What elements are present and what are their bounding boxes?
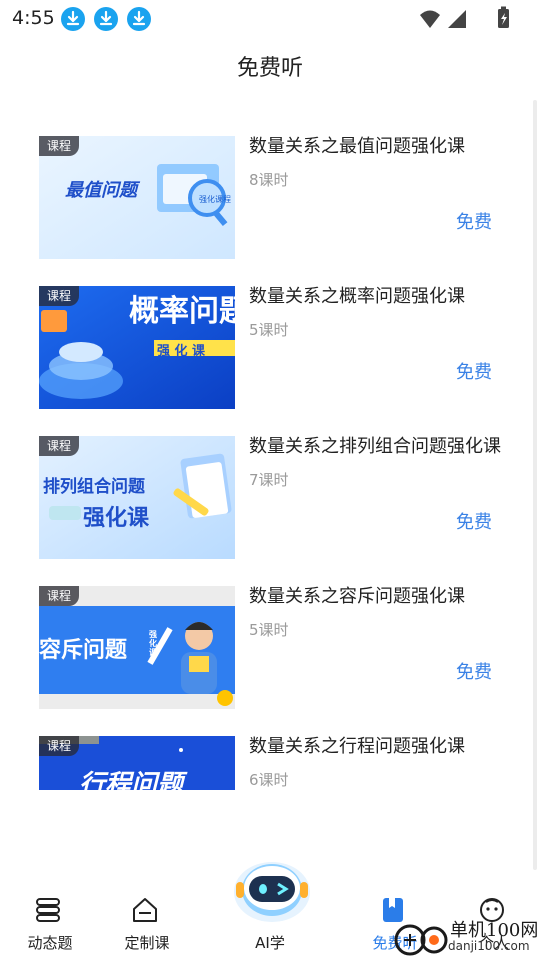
download-icon — [127, 7, 151, 31]
course-badge: 课程 — [39, 286, 80, 306]
course-title[interactable]: 数量关系之行程问题强化课 — [249, 735, 505, 759]
thumbnail-subtext: 强化课 — [149, 630, 157, 657]
watermark-subtext: danji100.com — [448, 939, 530, 953]
battery-icon — [498, 6, 509, 28]
course-lessons: 5课时 — [249, 621, 289, 639]
page-title: 免费听 — [236, 56, 303, 81]
svg-text:强化课程: 强化课程 — [199, 194, 231, 204]
course-badge: 课程 — [39, 136, 80, 156]
course-item[interactable]: 行程问题 课程 数量关系之行程问题强化课 6课时 — [0, 720, 540, 790]
nav-label: AI学 — [255, 934, 285, 952]
course-title[interactable]: 数量关系之容斥问题强化课 — [249, 585, 505, 609]
download-icon — [94, 7, 118, 31]
course-item[interactable]: 强化课程 最值问题 课程 数量关系之最值问题强化课 8课时 免费 — [0, 120, 540, 259]
signal-icon — [448, 10, 466, 28]
course-thumbnail[interactable]: 容斥问题 强化课 课程 — [39, 586, 235, 709]
thumbnail-text: 排列组合问题 — [43, 477, 145, 497]
stack-icon — [36, 898, 60, 922]
thumbnail-subtext: 强 化 课 — [157, 344, 206, 359]
thumbnail-text: 行程问题 — [79, 770, 184, 790]
nav-item-dynamic[interactable]: 动态题 — [2, 870, 92, 960]
course-badge: 课程 — [39, 436, 80, 456]
home-icon — [133, 898, 157, 922]
course-price: 免费 — [456, 362, 492, 383]
course-title[interactable]: 数量关系之概率问题强化课 — [249, 285, 505, 309]
wifi-icon — [420, 10, 440, 28]
watermark-logo-icon — [394, 924, 448, 956]
course-title[interactable]: 数量关系之排列组合问题强化课 — [249, 435, 505, 459]
course-title[interactable]: 数量关系之最值问题强化课 — [249, 135, 505, 159]
course-lessons: 8课时 — [249, 171, 289, 189]
thumbnail-text: 容斥问题 — [39, 638, 128, 663]
thumbnail-text: 最值问题 — [65, 180, 137, 201]
thumbnail-text: 概率问题 — [129, 294, 235, 329]
course-thumbnail[interactable]: 概率问题 强 化 课 课程 — [39, 286, 235, 409]
download-icon — [61, 7, 85, 31]
course-thumbnail[interactable]: 强化课程 最值问题 课程 — [39, 136, 235, 259]
status-time: 4:55 — [12, 7, 55, 29]
nav-item-custom[interactable]: 定制课 — [99, 870, 189, 960]
course-item[interactable]: 容斥问题 强化课 课程 数量关系之容斥问题强化课 5课时 免费 — [0, 570, 540, 709]
course-lessons: 6课时 — [249, 771, 289, 789]
watermark: 单机100网 danji100.com — [392, 912, 540, 960]
course-lessons: 7课时 — [249, 471, 289, 489]
scrollbar[interactable] — [533, 100, 537, 870]
course-price: 免费 — [456, 662, 492, 683]
course-thumbnail[interactable]: 排列组合问题 强化课 课程 — [39, 436, 235, 559]
nav-label: 定制课 — [124, 934, 170, 952]
course-thumbnail[interactable]: 行程问题 课程 — [39, 736, 235, 790]
course-price: 免费 — [456, 512, 492, 533]
course-price: 免费 — [456, 212, 492, 233]
course-list[interactable]: 强化课程 最值问题 课程 数量关系之最值问题强化课 8课时 免费 概率问题 强 … — [0, 120, 540, 790]
system-status-icons — [420, 6, 509, 28]
status-bar: 4:55 — [0, 0, 540, 38]
course-item[interactable]: 排列组合问题 强化课 课程 数量关系之排列组合问题强化课 7课时 免费 — [0, 420, 540, 559]
course-lessons: 5课时 — [249, 321, 289, 339]
course-badge: 课程 — [39, 736, 80, 756]
robot-icon[interactable] — [232, 852, 312, 924]
course-item[interactable]: 概率问题 强 化 课 课程 数量关系之概率问题强化课 5课时 免费 — [0, 270, 540, 409]
nav-label: 动态题 — [27, 934, 73, 952]
course-badge: 课程 — [39, 586, 80, 606]
thumbnail-subtext: 强化课 — [83, 506, 150, 531]
